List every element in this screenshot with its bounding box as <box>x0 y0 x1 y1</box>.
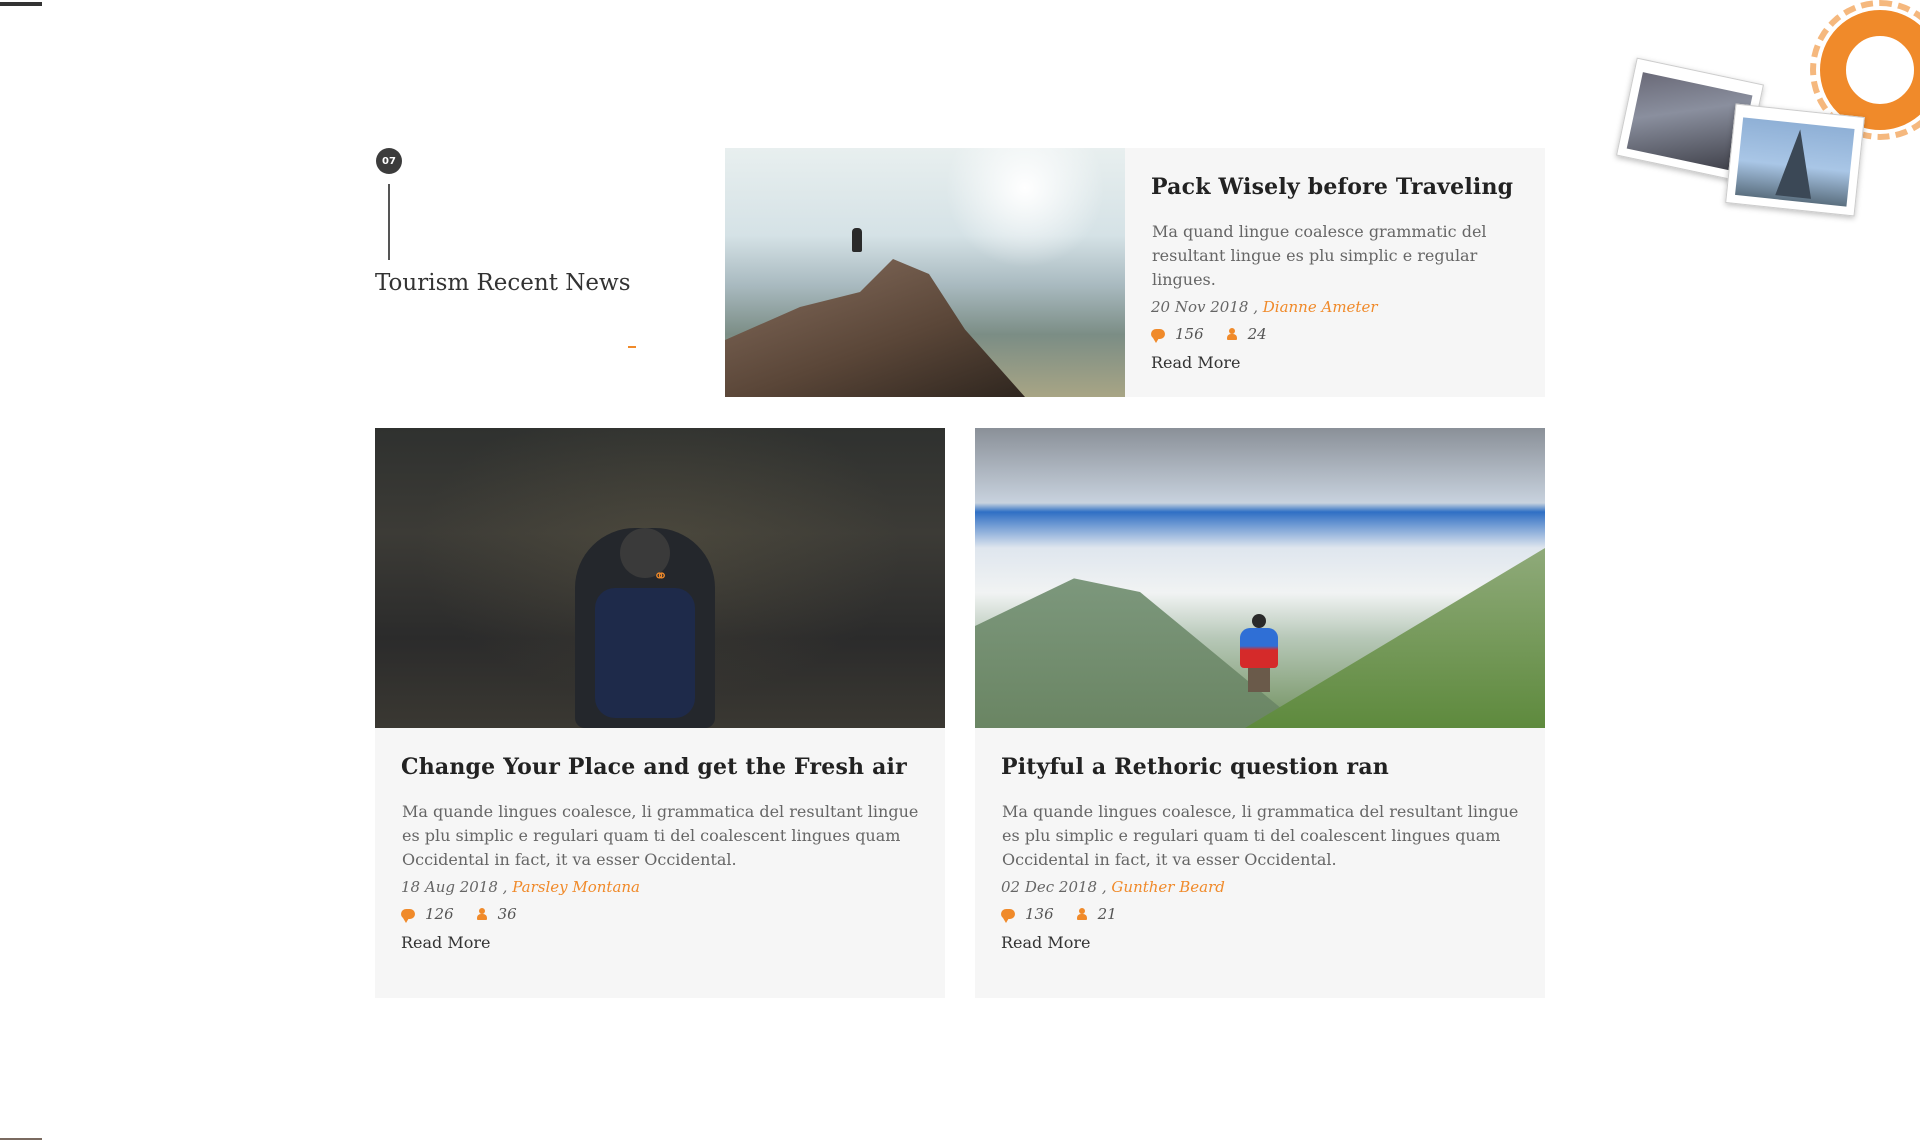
section-vertical-line <box>388 184 390 260</box>
hiker-silhouette <box>852 228 862 252</box>
post-excerpt: Ma quande lingues coalesce, li grammatic… <box>402 802 919 869</box>
top-left-corner-mark <box>0 2 42 6</box>
post-title[interactable]: Change Your Place and get the Fresh air <box>401 754 919 780</box>
post-body: Pityful a Rethoric question ran Ma quand… <box>975 728 1545 952</box>
post-author-link[interactable]: Parsley Montana <box>512 878 640 896</box>
decorative-travel-art <box>1616 0 1920 240</box>
post-image-city-street[interactable]: ⚭ <box>375 428 945 728</box>
post-meta: 20 Nov 2018 , Dianne Ameter <box>1151 298 1519 316</box>
comment-count: 156 <box>1175 325 1204 343</box>
section-header: 07 Tourism Recent News <box>375 148 675 358</box>
post-author-link[interactable]: Gunther Beard <box>1111 878 1224 896</box>
news-card: ⚭ Change Your Place and get the Fresh ai… <box>375 428 945 998</box>
sun-stamp-icon <box>1810 0 1920 140</box>
news-card: Pityful a Rethoric question ran Ma quand… <box>975 428 1545 998</box>
post-stats: 126 36 <box>401 905 919 923</box>
comment-icon <box>1001 909 1015 923</box>
hiker-figure <box>1240 614 1278 692</box>
comment-count: 136 <box>1025 905 1054 923</box>
postcard-image <box>1735 117 1855 207</box>
like-count: 21 <box>1097 905 1117 923</box>
section-number-badge: 07 <box>376 148 402 174</box>
post-stats: 156 24 <box>1151 325 1519 343</box>
read-more-link[interactable]: Read More <box>1001 933 1091 952</box>
post-image-valley-hiker[interactable] <box>975 428 1545 728</box>
read-more-link[interactable]: Read More <box>401 933 491 952</box>
post-meta: 02 Dec 2018 , Gunther Beard <box>1001 878 1519 896</box>
bottom-left-corner-mark <box>0 1138 42 1140</box>
like-count: 24 <box>1247 325 1267 343</box>
link-icon[interactable]: ⚭ <box>653 568 671 586</box>
post-excerpt: Ma quand lingue coalesce grammatic del r… <box>1152 222 1487 289</box>
post-author-link[interactable]: Dianne Ameter <box>1263 298 1378 316</box>
rock-ridge <box>725 259 1025 397</box>
post-excerpt: Ma quande lingues coalesce, li grammatic… <box>1002 802 1519 869</box>
comment-icon <box>401 909 415 923</box>
hiker-legs <box>1248 668 1270 692</box>
like-count: 36 <box>497 905 517 923</box>
section-title: Tourism Recent News <box>375 270 631 296</box>
accent-dash <box>628 346 636 348</box>
post-date: 18 Aug 2018 , <box>401 878 508 896</box>
comment-icon <box>1151 329 1165 343</box>
post-image-mountain-summit[interactable] <box>725 148 1125 397</box>
sun-glow <box>945 148 1105 268</box>
postcard-eiffel-tower <box>1725 103 1865 217</box>
read-more-link[interactable]: Read More <box>1151 353 1241 372</box>
hiker-jacket <box>1240 628 1278 668</box>
post-date: 02 Dec 2018 , <box>1001 878 1107 896</box>
post-date: 20 Nov 2018 , <box>1151 298 1258 316</box>
post-body: Change Your Place and get the Fresh air … <box>375 728 945 952</box>
post-meta: 18 Aug 2018 , Parsley Montana <box>401 878 919 896</box>
post-stats: 136 21 <box>1001 905 1519 923</box>
news-card-featured: Pack Wisely before Traveling Ma quand li… <box>725 148 1545 397</box>
post-title[interactable]: Pack Wisely before Traveling <box>1151 174 1519 200</box>
post-title[interactable]: Pityful a Rethoric question ran <box>1001 754 1519 780</box>
backpack <box>595 588 695 718</box>
user-icon <box>476 908 488 920</box>
post-body: Pack Wisely before Traveling Ma quand li… <box>1125 148 1545 397</box>
user-icon <box>1076 908 1088 920</box>
user-icon <box>1226 328 1238 340</box>
comment-count: 126 <box>425 905 454 923</box>
right-hill <box>1245 548 1545 728</box>
hiker-head <box>1252 614 1266 628</box>
